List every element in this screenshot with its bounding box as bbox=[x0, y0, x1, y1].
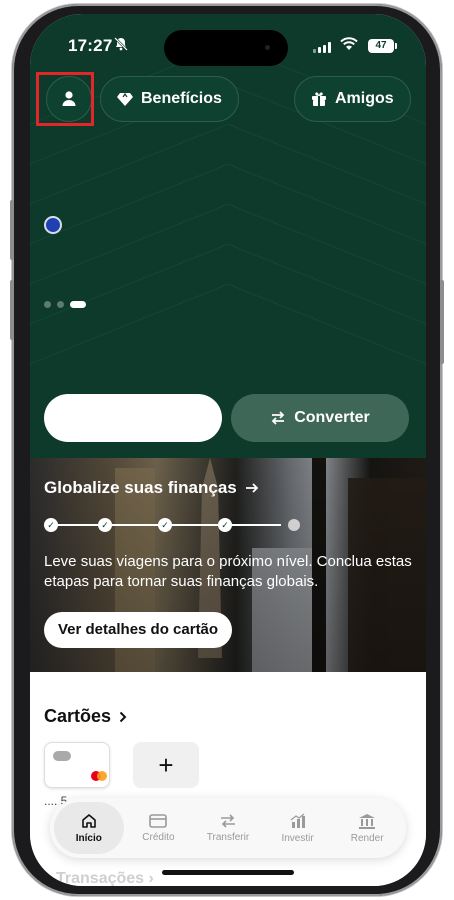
benefits-button[interactable]: Benefícios bbox=[100, 76, 239, 122]
tab-label: Crédito bbox=[142, 831, 175, 843]
phone-side-button bbox=[10, 280, 14, 340]
transfer-icon bbox=[220, 813, 235, 828]
home-icon bbox=[81, 813, 96, 828]
tab-transferir[interactable]: Transferir bbox=[193, 802, 263, 854]
bank-icon bbox=[359, 813, 376, 829]
tab-label: Render bbox=[350, 832, 384, 844]
dynamic-island bbox=[164, 30, 288, 66]
gift-icon bbox=[312, 92, 326, 106]
friends-button[interactable]: Amigos bbox=[294, 76, 411, 122]
chevron-right-icon bbox=[119, 711, 127, 722]
swap-arrows-icon bbox=[271, 411, 285, 425]
progress-steps: ✓ ✓ ✓ ✓ bbox=[44, 518, 300, 532]
transactions-title[interactable]: Transações › bbox=[56, 870, 154, 886]
wifi-icon bbox=[340, 37, 358, 56]
tab-render[interactable]: Render bbox=[332, 802, 402, 854]
hero-section: 17:27 47 Benefícios Amigos Converter bbox=[30, 14, 426, 458]
cellular-signal-icon bbox=[313, 42, 331, 53]
tab-inicio[interactable]: Início bbox=[54, 802, 124, 854]
cards-section-title[interactable]: Cartões bbox=[44, 706, 127, 727]
tab-credito[interactable]: Crédito bbox=[124, 802, 194, 854]
primary-action-button[interactable] bbox=[44, 394, 222, 442]
tab-label: Início bbox=[75, 832, 102, 844]
silent-bell-icon bbox=[114, 37, 128, 54]
battery-indicator: 47 bbox=[368, 39, 397, 53]
friends-label: Amigos bbox=[335, 90, 394, 107]
status-time: 17:27 bbox=[68, 36, 113, 55]
convert-label: Converter bbox=[294, 409, 370, 426]
home-indicator[interactable] bbox=[162, 870, 294, 875]
cloud-icon bbox=[53, 751, 71, 761]
tab-investir[interactable]: Investir bbox=[263, 802, 333, 854]
tab-label: Transferir bbox=[206, 831, 250, 843]
add-card-button[interactable]: + bbox=[133, 742, 199, 788]
benefits-label: Benefícios bbox=[141, 90, 222, 107]
arrow-right-icon bbox=[245, 483, 259, 493]
tab-label: Investir bbox=[281, 832, 314, 844]
card-details-button[interactable]: Ver detalhes do cartão bbox=[44, 612, 233, 648]
step-complete-check-icon: ✓ bbox=[44, 518, 58, 532]
step-complete-check-icon: ✓ bbox=[158, 518, 172, 532]
bottom-tab-bar: Início Crédito Transferir Investir Rende… bbox=[50, 798, 406, 858]
step-complete-check-icon: ✓ bbox=[98, 518, 112, 532]
step-pending bbox=[288, 519, 300, 531]
step-complete-check-icon: ✓ bbox=[218, 518, 232, 532]
transactions-title-text: Transações bbox=[56, 870, 145, 886]
selection-highlight bbox=[36, 72, 94, 126]
cards-title-text: Cartões bbox=[44, 706, 112, 726]
diamond-icon bbox=[117, 92, 133, 106]
account-flag-icon[interactable] bbox=[44, 216, 62, 234]
credit-card-icon bbox=[149, 813, 168, 828]
chart-icon bbox=[290, 813, 305, 828]
page-dot[interactable] bbox=[57, 301, 64, 308]
banner-title-text: Globalize suas finanças bbox=[44, 478, 237, 497]
page-dot-active[interactable] bbox=[70, 301, 86, 308]
phone-side-button bbox=[10, 200, 14, 260]
page-indicator bbox=[44, 301, 86, 308]
plus-icon: + bbox=[158, 749, 174, 780]
page-dot[interactable] bbox=[44, 301, 51, 308]
globalize-banner[interactable]: Globalize suas finanças ✓ ✓ ✓ ✓ Leve sua… bbox=[30, 458, 426, 672]
mastercard-logo-icon-part bbox=[97, 771, 107, 781]
phone-side-button bbox=[440, 280, 444, 364]
payment-card[interactable] bbox=[44, 742, 110, 788]
status-bar: 17:27 47 bbox=[30, 30, 426, 66]
convert-button[interactable]: Converter bbox=[231, 394, 409, 442]
app-screen: 17:27 47 Benefícios Amigos Converter Glo… bbox=[30, 14, 426, 886]
banner-description: Leve suas viagens para o próximo nível. … bbox=[44, 553, 412, 590]
banner-title[interactable]: Globalize suas finanças bbox=[44, 478, 259, 498]
